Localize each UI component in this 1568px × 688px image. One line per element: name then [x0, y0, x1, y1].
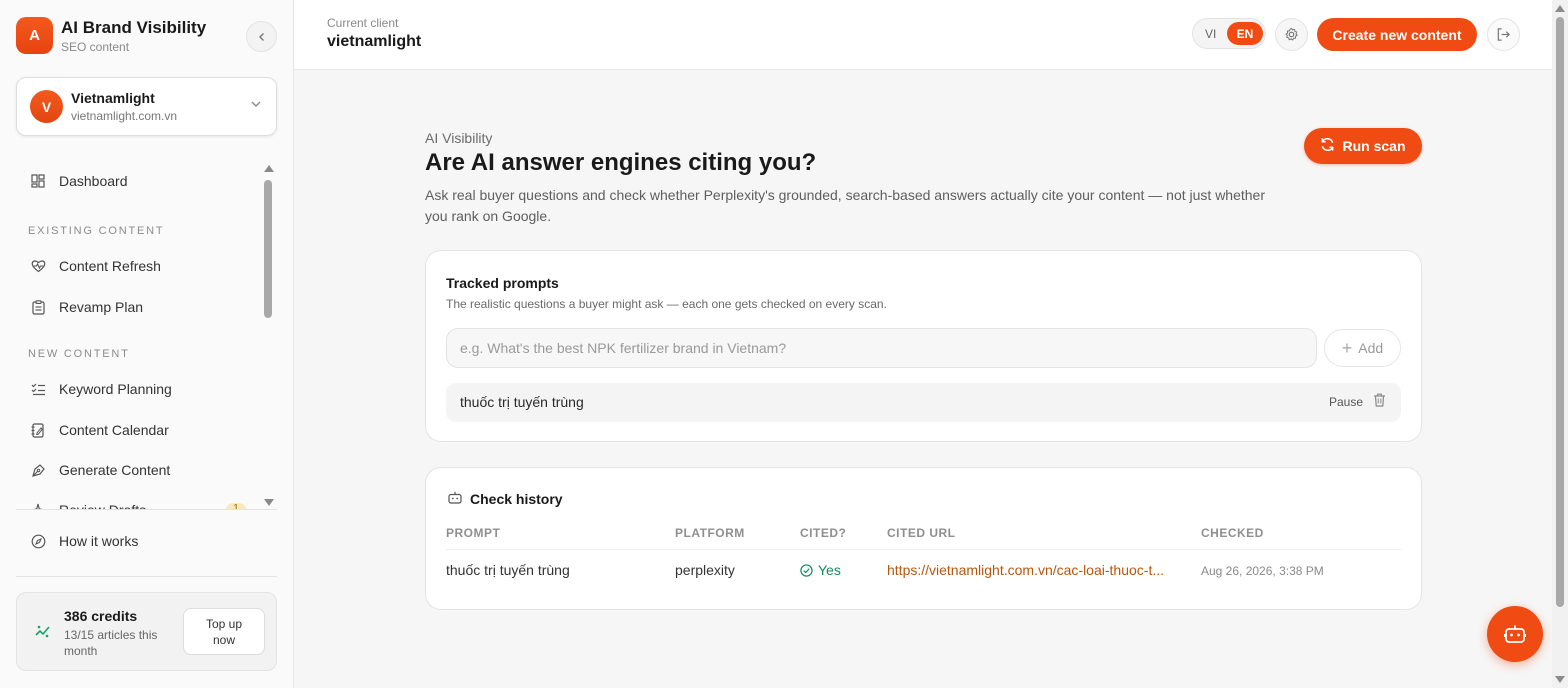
- refresh-icon: [1320, 137, 1335, 156]
- page-scrollbar[interactable]: [1552, 0, 1568, 688]
- brand: A AI Brand Visibility SEO content: [16, 17, 206, 54]
- clipboard-icon: [30, 299, 46, 315]
- scroll-thumb[interactable]: [1556, 17, 1564, 607]
- cell-prompt: thuốc trị tuyến trùng: [446, 562, 570, 578]
- assistant-chat-button[interactable]: [1487, 606, 1543, 662]
- collapse-sidebar-button[interactable]: [246, 21, 277, 52]
- check-history-header: Check history: [448, 491, 563, 507]
- bot-icon: [448, 491, 462, 507]
- list-check-icon: [30, 381, 46, 397]
- run-scan-button[interactable]: Run scan: [1304, 128, 1422, 164]
- sidebar: A AI Brand Visibility SEO content V Viet…: [0, 0, 294, 688]
- notebook-pen-icon: [30, 422, 46, 438]
- create-new-content-button[interactable]: Create new content: [1317, 18, 1477, 51]
- pen-nib-icon: [30, 462, 46, 478]
- column-header-platform: PLATFORM: [675, 526, 745, 540]
- run-scan-label: Run scan: [1342, 138, 1406, 154]
- sidebar-nav: Dashboard EXISTING CONTENT Content Refre…: [16, 160, 262, 510]
- check-history-card: Check history PROMPT PLATFORM CITED? CIT…: [425, 467, 1422, 610]
- sidebar-item-content-calendar[interactable]: Content Calendar: [16, 418, 169, 442]
- sidebar-item-label: Dashboard: [59, 173, 128, 189]
- cell-checked: Aug 26, 2026, 3:38 PM: [1201, 564, 1324, 578]
- table-divider: [446, 549, 1401, 550]
- column-header-cited-url: CITED URL: [887, 526, 956, 540]
- sidebar-scrollbar[interactable]: [262, 163, 274, 508]
- chevron-down-icon: [250, 98, 262, 113]
- add-label: Add: [1358, 340, 1384, 356]
- credits-card: 386 credits 13/15 articles this month To…: [16, 592, 277, 671]
- sidebar-item-content-refresh[interactable]: Content Refresh: [16, 254, 161, 278]
- divider: [16, 509, 277, 510]
- heart-pulse-icon: [30, 258, 46, 274]
- credits-count: 386 credits: [64, 608, 138, 624]
- scroll-thumb[interactable]: [264, 180, 272, 318]
- sidebar-item-label: Content Calendar: [59, 422, 169, 438]
- language-toggle[interactable]: VI EN: [1192, 18, 1266, 49]
- tracked-prompts-card: Tracked prompts The realistic questions …: [425, 250, 1422, 442]
- sidebar-item-dashboard[interactable]: Dashboard: [16, 169, 128, 193]
- cell-platform: perplexity: [675, 562, 735, 578]
- cell-cited-url-link[interactable]: https://vietnamlight.com.vn/cac-loai-thu…: [887, 562, 1191, 578]
- chevron-left-icon: [258, 32, 264, 41]
- log-out-icon: [1497, 28, 1510, 41]
- logout-button[interactable]: [1487, 18, 1520, 51]
- page-eyebrow: AI Visibility: [425, 130, 493, 146]
- how-it-works-label: How it works: [59, 533, 139, 549]
- sidebar-item-label: Keyword Planning: [59, 381, 172, 397]
- tracked-prompt-row: thuốc trị tuyến trùng Pause: [446, 383, 1401, 422]
- cell-cited: Yes: [800, 562, 841, 578]
- tracked-prompts-subtitle: The realistic questions a buyer might as…: [446, 297, 887, 311]
- client-name: Vietnamlight: [71, 90, 155, 106]
- gear-icon: [1285, 27, 1298, 41]
- sidebar-item-label: Content Refresh: [59, 258, 161, 274]
- bot-icon: [1504, 625, 1526, 643]
- scroll-down-arrow-icon[interactable]: [264, 499, 274, 506]
- credits-usage: 13/15 articles this month: [64, 628, 158, 658]
- brand-logo: A: [16, 17, 53, 54]
- sidebar-item-label: Revamp Plan: [59, 299, 144, 315]
- client-avatar: V: [30, 90, 63, 123]
- top-header: Current client vietnamlight VI EN Create…: [294, 0, 1552, 70]
- brand-subtitle: SEO content: [61, 40, 130, 54]
- current-client-name: vietnamlight: [327, 33, 422, 50]
- scroll-down-arrow-icon[interactable]: [1555, 676, 1565, 683]
- cited-value: Yes: [818, 562, 841, 578]
- column-header-checked: CHECKED: [1201, 526, 1264, 540]
- sidebar-item-revamp-plan[interactable]: Revamp Plan: [16, 295, 143, 319]
- client-domain: vietnamlight.com.vn: [71, 109, 178, 123]
- page-title: Are AI answer engines citing you?: [425, 149, 817, 176]
- lang-vi-option[interactable]: VI: [1205, 27, 1216, 41]
- compass-icon: [30, 533, 46, 549]
- pause-prompt-button[interactable]: Pause: [1329, 395, 1363, 409]
- brand-title: AI Brand Visibility: [61, 18, 207, 37]
- check-history-title: Check history: [470, 491, 563, 507]
- add-prompt-button[interactable]: + Add: [1324, 329, 1401, 367]
- column-header-cited: CITED?: [800, 526, 847, 540]
- scroll-up-arrow-icon[interactable]: [1555, 5, 1565, 12]
- section-new-content: NEW CONTENT: [28, 348, 130, 360]
- prompt-input[interactable]: [446, 328, 1317, 368]
- check-circle-icon: [800, 563, 813, 577]
- scroll-up-arrow-icon[interactable]: [264, 165, 274, 172]
- plus-icon: +: [1341, 337, 1353, 358]
- page-description: Ask real buyer questions and check wheth…: [425, 187, 1266, 224]
- divider: [16, 576, 277, 577]
- current-client-label: Current client: [327, 16, 399, 30]
- lang-en-option[interactable]: EN: [1227, 22, 1263, 45]
- dashboard-grid-icon: [30, 173, 46, 189]
- how-it-works-link[interactable]: How it works: [16, 529, 138, 553]
- sidebar-item-label: Generate Content: [59, 462, 171, 478]
- tracked-prompt-text: thuốc trị tuyến trùng: [460, 394, 584, 410]
- client-switcher[interactable]: V Vietnamlight vietnamlight.com.vn: [16, 77, 277, 136]
- column-header-prompt: PROMPT: [446, 526, 501, 540]
- trash-icon[interactable]: [1373, 393, 1386, 410]
- top-up-button[interactable]: Top up now: [183, 608, 265, 655]
- sparkle-activity-icon: [35, 624, 51, 645]
- tracked-prompts-title: Tracked prompts: [446, 275, 559, 291]
- sidebar-item-keyword-planning[interactable]: Keyword Planning: [16, 377, 172, 401]
- section-existing-content: EXISTING CONTENT: [28, 225, 165, 237]
- settings-button[interactable]: [1275, 18, 1308, 51]
- sidebar-item-generate-content[interactable]: Generate Content: [16, 458, 170, 482]
